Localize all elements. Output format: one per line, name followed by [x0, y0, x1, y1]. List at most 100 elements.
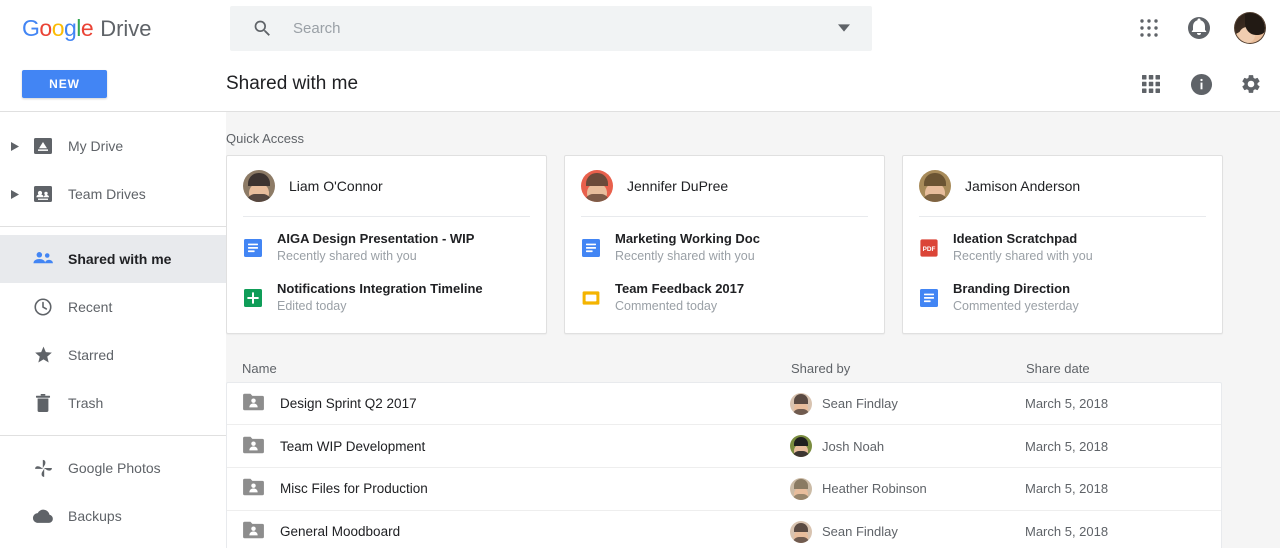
folder-name: Misc Files for Production — [280, 481, 428, 497]
cell-name: Team WIP Development — [243, 436, 790, 457]
new-button[interactable]: NEW — [22, 69, 107, 98]
column-header-share-date[interactable]: Share date — [1026, 361, 1206, 376]
google-wordmark: Google — [22, 14, 94, 41]
sidebar-item-label: Team Drives — [68, 186, 146, 202]
person-name: Jennifer DuPree — [627, 178, 729, 194]
sidebar-item-label: My Drive — [68, 138, 124, 154]
apps-grid-icon[interactable] — [1134, 13, 1164, 43]
person-name: Liam O'Connor — [289, 178, 383, 194]
expand-chevron-icon[interactable] — [4, 141, 26, 151]
sidebar-item-label: Google Photos — [68, 460, 161, 476]
file-subtitle: Recently shared with you — [953, 249, 1093, 264]
file-name: AIGA Design Presentation - WIP — [277, 231, 475, 246]
quick-access-file-row[interactable]: Marketing Working Doc Recently shared wi… — [565, 223, 884, 273]
product-name: Drive — [100, 15, 152, 41]
file-name: Marketing Working Doc — [615, 231, 760, 246]
quick-access-file-row[interactable]: Notifications Integration Timeline Edite… — [227, 273, 546, 323]
quick-access-file-row[interactable]: PDF Ideation Scratchpad Recently shared … — [903, 223, 1222, 273]
table-row[interactable]: Misc Files for Production Heather Robins… — [227, 468, 1221, 511]
file-name: Ideation Scratchpad — [953, 231, 1078, 246]
google-docs-icon — [243, 238, 263, 258]
shared-folder-icon — [243, 393, 264, 414]
page-body: My Drive Team Drives Shared with me Recent… — [0, 112, 1280, 548]
quick-access-card[interactable]: Jennifer DuPree Marketing Working Doc Re… — [564, 155, 885, 334]
file-subtitle: Commented today — [615, 299, 718, 314]
quick-access-file-row[interactable]: Team Feedback 2017 Commented today — [565, 273, 884, 323]
sidebar-item-team-drives[interactable]: Team Drives — [0, 170, 226, 218]
quick-access-cards: Liam O'Connor AIGA Design Presentation -… — [226, 155, 1280, 334]
avatar — [790, 435, 812, 458]
table-row[interactable]: Team WIP Development Josh Noah March 5, … — [227, 425, 1221, 468]
shared-folder-icon — [243, 436, 264, 457]
cell-share-date: March 5, 2018 — [1025, 438, 1109, 454]
cell-share-date: March 5, 2018 — [1025, 481, 1109, 497]
sidebar-item-starred[interactable]: Starred — [0, 331, 226, 379]
search-bar[interactable] — [230, 5, 872, 51]
clock-icon — [26, 297, 60, 317]
settings-gear-icon[interactable] — [1236, 69, 1266, 99]
cell-shared-by: Heather Robinson — [790, 477, 1025, 500]
quick-access-file-row[interactable]: Branding Direction Commented yesterday — [903, 273, 1222, 323]
info-icon[interactable] — [1186, 69, 1216, 99]
star-icon — [26, 345, 60, 365]
sidebar-item-label: Trash — [68, 395, 104, 411]
column-header-name[interactable]: Name — [242, 361, 791, 376]
cell-name: Design Sprint Q2 2017 — [243, 393, 790, 414]
avatar — [790, 392, 812, 415]
avatar — [919, 170, 951, 202]
quick-access-file-list: AIGA Design Presentation - WIP Recently … — [227, 217, 546, 333]
sidebar-item-label: Starred — [68, 347, 114, 363]
cell-name: Misc Files for Production — [243, 478, 790, 499]
sidebar-item-shared-with-me[interactable]: Shared with me — [0, 235, 226, 283]
quick-access-card-header[interactable]: Liam O'Connor — [227, 156, 546, 216]
avatar — [790, 477, 812, 500]
folder-name: Design Sprint Q2 2017 — [280, 396, 417, 412]
quick-access-card[interactable]: Jamison Anderson PDF Ideation Scratchpad… — [902, 155, 1223, 334]
quick-access-file-list: PDF Ideation Scratchpad Recently shared … — [903, 217, 1222, 333]
people-icon — [26, 249, 60, 269]
sidebar-item-backups[interactable]: Backups — [0, 492, 226, 540]
avatar — [581, 170, 613, 202]
chevron-down-icon[interactable] — [838, 22, 850, 34]
cloud-icon — [26, 508, 60, 524]
account-avatar[interactable] — [1234, 12, 1266, 44]
main-content: Quick Access Liam O'Connor AIGA Design P… — [226, 112, 1280, 548]
sidebar-item-trash[interactable]: Trash — [0, 379, 226, 427]
search-input[interactable] — [293, 5, 838, 51]
sidebar-divider-1 — [0, 226, 226, 227]
avatar — [790, 520, 812, 543]
toolbar-actions — [1136, 56, 1266, 112]
file-subtitle: Recently shared with you — [615, 249, 755, 264]
new-button-cell: NEW — [0, 69, 226, 98]
quick-access-file-row[interactable]: AIGA Design Presentation - WIP Recently … — [227, 223, 546, 273]
folder-name: Team WIP Development — [280, 438, 426, 454]
cell-share-date: March 5, 2018 — [1025, 396, 1109, 412]
cell-shared-by: Sean Findlay — [790, 520, 1025, 543]
sharer-name: Josh Noah — [822, 438, 885, 454]
sidebar-item-my-drive[interactable]: My Drive — [0, 122, 226, 170]
sidebar-divider-2 — [0, 435, 226, 436]
quick-access-card-header[interactable]: Jamison Anderson — [903, 156, 1222, 216]
sidebar-item-label: Shared with me — [68, 251, 172, 267]
quick-access-card-header[interactable]: Jennifer DuPree — [565, 156, 884, 216]
shared-folder-icon — [243, 478, 264, 499]
quick-access-card[interactable]: Liam O'Connor AIGA Design Presentation -… — [226, 155, 547, 334]
sidebar-group-drives: My Drive Team Drives — [0, 122, 226, 218]
file-name: Team Feedback 2017 — [615, 280, 745, 296]
team-drive-icon — [26, 184, 60, 204]
brand-logo[interactable]: Google Drive — [0, 15, 226, 42]
cell-shared-by: Sean Findlay — [790, 392, 1025, 415]
notifications-bell-icon[interactable] — [1184, 13, 1214, 43]
cell-share-date: March 5, 2018 — [1025, 524, 1109, 540]
sidebar-item-google-photos[interactable]: Google Photos — [0, 444, 226, 492]
folder-name: General Moodboard — [280, 524, 401, 540]
table-body: Design Sprint Q2 2017 Sean Findlay March… — [226, 381, 1222, 548]
grid-view-icon[interactable] — [1136, 69, 1166, 99]
sidebar-item-recent[interactable]: Recent — [0, 283, 226, 331]
table-row[interactable]: General Moodboard Sean Findlay March 5, … — [227, 511, 1221, 548]
cell-shared-by: Josh Noah — [790, 435, 1025, 458]
table-row[interactable]: Design Sprint Q2 2017 Sean Findlay March… — [227, 383, 1221, 426]
google-sheets-icon — [243, 288, 263, 308]
column-header-shared-by[interactable]: Shared by — [791, 361, 1026, 376]
expand-chevron-icon[interactable] — [4, 189, 26, 199]
